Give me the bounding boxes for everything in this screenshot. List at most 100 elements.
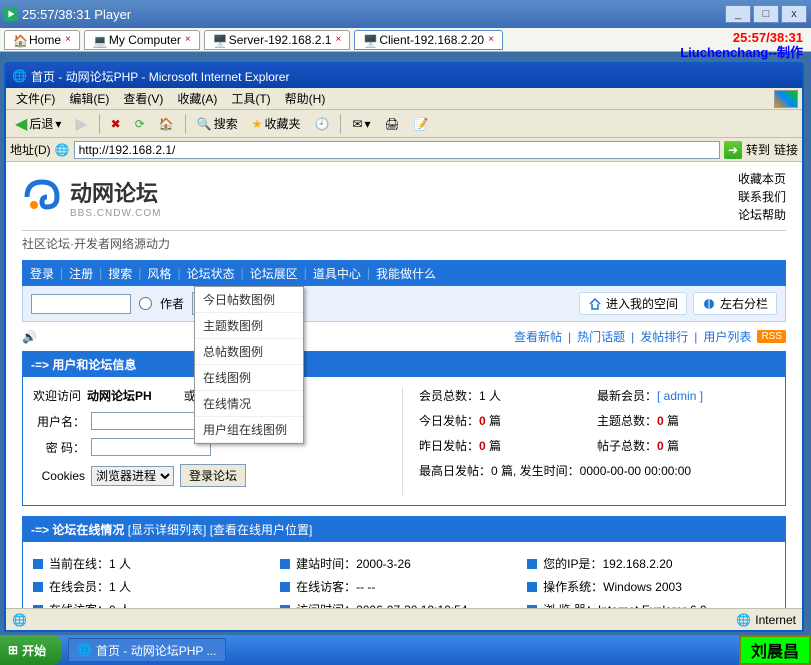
ie-addressbar: 地址(D) 🌐 ➜ 转到 链接 [6,138,802,162]
stat-item: 操作系统：Windows 2003 [527,575,774,598]
menu-favorites[interactable]: 收藏(A) [171,88,223,109]
logo-text: 动网论坛 [70,176,161,208]
vm-title-text: 25:57/38:31 Player [22,7,131,22]
dd-online[interactable]: 在线图例 [195,365,303,391]
print-button[interactable]: 🖨 [380,114,405,134]
pass-label: 密 码： [33,439,85,456]
edit-icon: 📝 [414,117,429,131]
go-label: 转到 [746,141,770,158]
url-input[interactable] [74,141,720,159]
vm-titlebar: 25:57/38:31 Player _ □ x [0,0,811,28]
tab-home[interactable]: 🏠Home× [4,30,80,50]
dd-usergroup[interactable]: 用户组在线图例 [195,417,303,443]
cookie-select[interactable]: 浏览器进程 [91,466,174,486]
close-icon[interactable]: × [335,34,341,45]
nav-exhibit[interactable]: 论坛展区 [250,265,298,282]
rss-badge[interactable]: RSS [757,330,786,343]
login-button[interactable]: 登录论坛 [180,464,246,487]
nav-search[interactable]: 搜索 [108,265,132,282]
author-radio[interactable] [139,297,152,310]
myspace-button[interactable]: 进入我的空间 [579,292,687,315]
dd-topics[interactable]: 主题数图例 [195,313,303,339]
edit-button[interactable]: 📝 [409,114,434,134]
dd-online-status[interactable]: 在线情况 [195,391,303,417]
monitor-icon: 🖥️ [213,34,225,46]
mail-button[interactable]: ✉▾ [347,114,375,134]
stat-item: 当前在线：1 人 [33,552,280,575]
dd-today-posts[interactable]: 今日帖数图例 [195,287,303,313]
ie-window: 🌐 首页 - 动网论坛PHP - Microsoft Internet Expl… [4,62,804,632]
task-item[interactable]: 🌐首页 - 动网论坛PHP ... [68,638,225,662]
ie-flag-icon [774,90,798,108]
stat-item: 在线访客：-- -- [280,575,527,598]
ie-titlebar[interactable]: 🌐 首页 - 动网论坛PHP - Microsoft Internet Expl… [6,64,802,88]
logo-icon [22,177,62,217]
back-button[interactable]: ◀后退 ▾ [10,111,66,137]
nav-style[interactable]: 风格 [147,265,171,282]
nav-whatcanido[interactable]: 我能做什么 [376,265,436,282]
link-contact[interactable]: 联系我们 [738,188,786,206]
print-icon: 🖨 [385,117,400,131]
go-button[interactable]: ➜ [724,141,742,159]
stat-yday-post: 昨日发帖：0 篇 [419,437,597,454]
forum-nav: 登录| 注册| 搜索| 风格| 论坛状态| 论坛展区| 道具中心| 我能做什么 … [22,260,786,286]
stop-icon: ✖ [111,117,121,131]
search-button[interactable]: 🔍搜索 [192,112,243,135]
ie-icon: 🌐 [77,643,92,657]
nav-register[interactable]: 注册 [69,265,93,282]
stat-today-post: 今日发帖：0 篇 [419,412,597,429]
stat-max-post: 最高日发帖：0 篇, 发生时间：0000-00-00 00:00:00 [419,462,775,479]
menu-edit[interactable]: 编辑(E) [63,88,115,109]
link-userlist[interactable]: 用户列表 [703,328,751,345]
stat-post-total: 帖子总数：0 篇 [597,437,775,454]
split-icon [702,297,716,311]
speaker-icon[interactable]: 🔊 [22,330,37,344]
status-dropdown: 今日帖数图例 主题数图例 总帖数图例 在线图例 在线情况 用户组在线图例 [194,286,304,444]
show-detail-link[interactable]: [显示详细列表] [128,523,207,537]
menu-view[interactable]: 查看(V) [117,88,169,109]
close-icon[interactable]: × [185,34,191,45]
stat-item: 建站时间：2000-3-26 [280,552,527,575]
page-content: 动网论坛 BBS.CNDW.COM 收藏本页 联系我们 论坛帮助 社区论坛·开发… [6,162,802,630]
cookie-label: Cookies [33,469,85,483]
search-input[interactable] [31,294,131,314]
link-rank[interactable]: 发帖排行 [640,328,688,345]
vm-min-button[interactable]: _ [725,5,751,23]
tab-client[interactable]: 🖥️Client-192.168.2.20× [354,30,503,50]
nav-status[interactable]: 论坛状态 [187,265,235,282]
ie-icon: 🌐 [12,69,27,83]
vm-max-button[interactable]: □ [753,5,779,23]
link-newposts[interactable]: 查看新帖 [514,328,562,345]
stat-member-total: 会员总数：1 人 [419,387,597,404]
link-hot[interactable]: 热门话题 [577,328,625,345]
refresh-button[interactable]: ⟳ [130,114,150,134]
link-help[interactable]: 论坛帮助 [738,206,786,224]
link-bookmark[interactable]: 收藏本页 [738,170,786,188]
overlay-info: 25:57/38:31 Liuchenchang--制作 [680,30,803,60]
show-location-link[interactable]: [查看在线用户位置] [210,523,313,537]
home-button[interactable]: 🏠 [154,114,179,134]
password-input[interactable] [91,438,211,456]
nav-login[interactable]: 登录 [30,265,54,282]
links-label[interactable]: 链接 [774,141,798,158]
menu-file[interactable]: 文件(F) [10,88,61,109]
dd-total-posts[interactable]: 总帖数图例 [195,339,303,365]
stop-button[interactable]: ✖ [106,114,126,134]
menu-tools[interactable]: 工具(T) [225,88,276,109]
ie-status-icon: 🌐 [12,613,27,627]
nav-tools[interactable]: 道具中心 [313,265,361,282]
split-button[interactable]: 左右分栏 [693,292,777,315]
tab-server[interactable]: 🖥️Server-192.168.2.1× [204,30,351,50]
menu-help[interactable]: 帮助(H) [279,88,332,109]
searchbar: 作者 站内搜索 进入我的空间 左右分栏 [22,286,786,322]
media-button[interactable]: 🕘 [310,114,335,134]
favorites-button[interactable]: ★收藏夹 [247,112,306,135]
tab-mycomputer[interactable]: 💻My Computer× [84,30,200,50]
forward-button[interactable]: ▶ [70,111,92,137]
start-button[interactable]: ⊞开始 [0,635,62,665]
close-icon[interactable]: × [65,34,71,45]
home-icon: 🏠 [13,34,25,46]
close-icon[interactable]: × [488,34,494,45]
username-input[interactable] [91,412,211,430]
vm-close-button[interactable]: x [781,5,807,23]
